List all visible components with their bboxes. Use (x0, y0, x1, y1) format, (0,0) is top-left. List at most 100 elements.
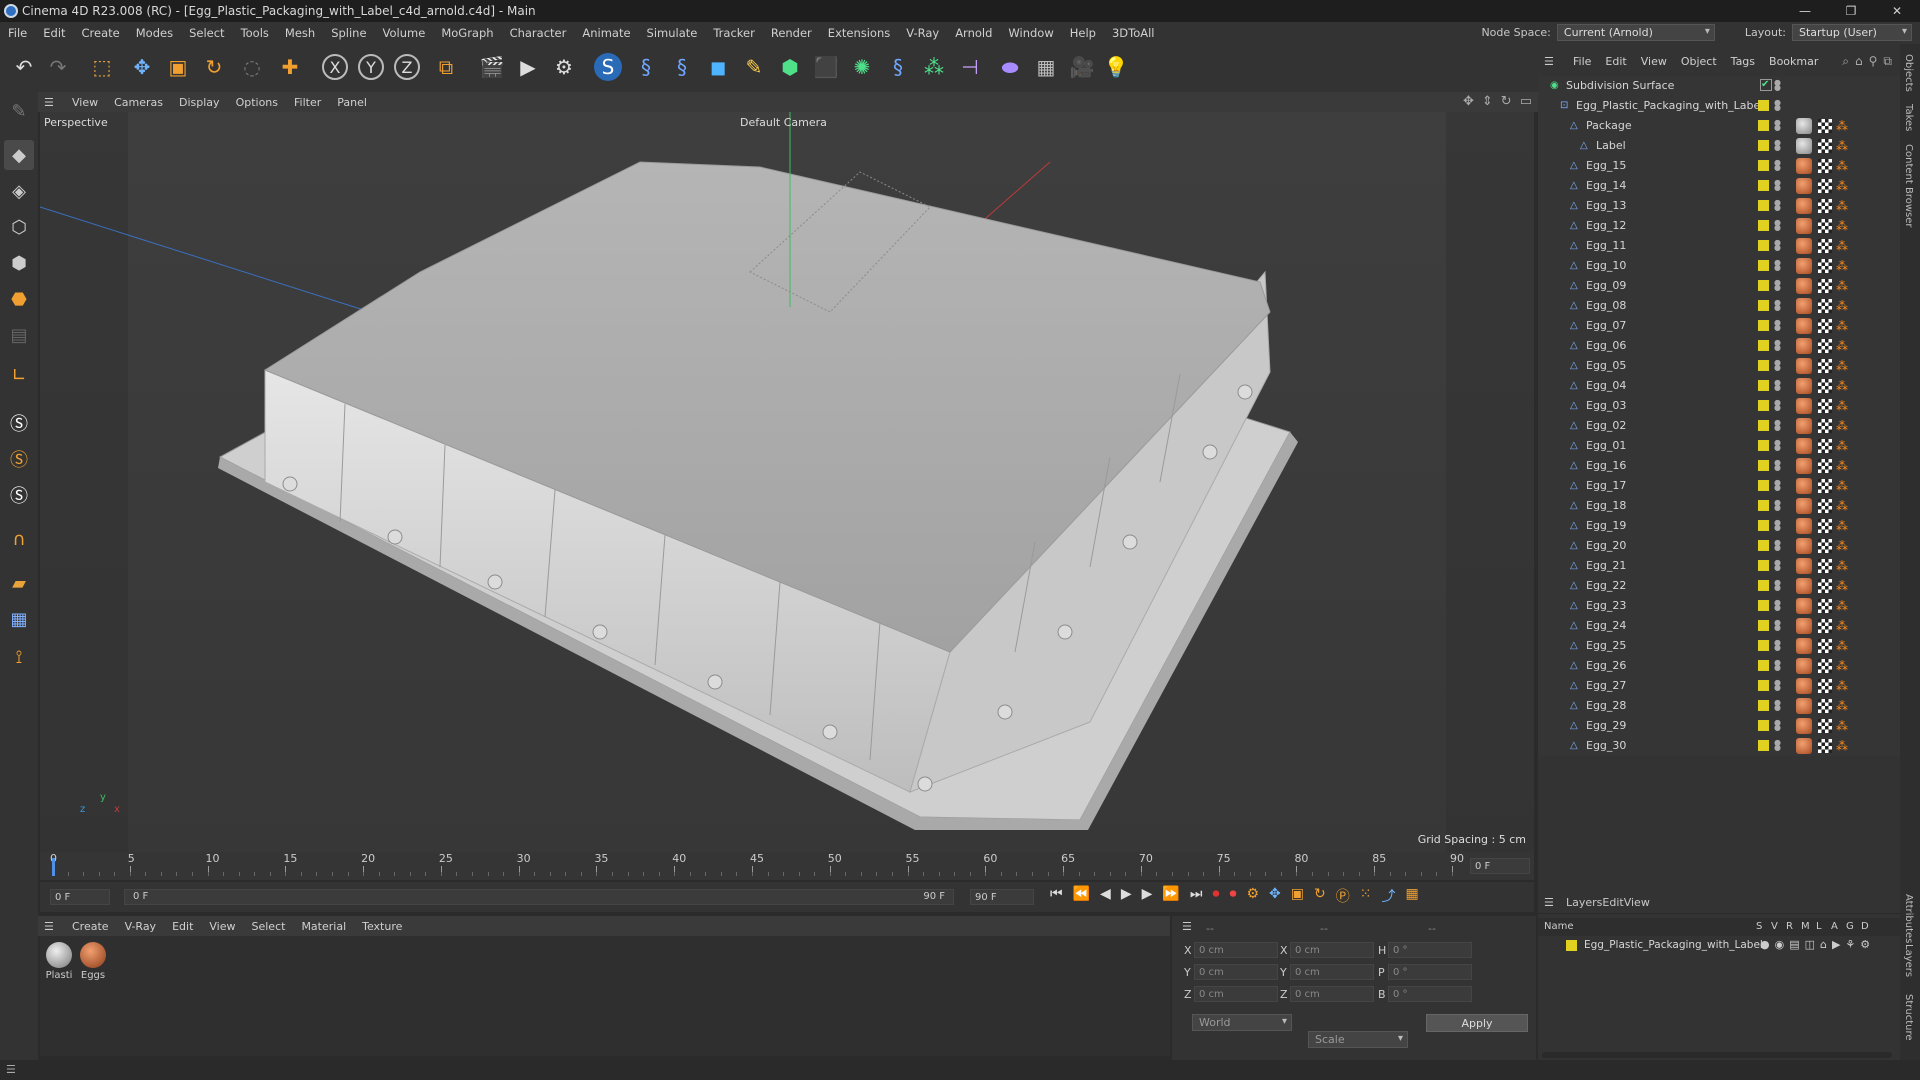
layer-menu-edit[interactable]: Edit (1602, 896, 1623, 909)
visibility-dots-icon[interactable]: ● ● (1774, 599, 1781, 612)
object-row[interactable]: △ Egg_11 ● ● ⁂ (1538, 236, 1900, 256)
object-row[interactable]: △ Egg_03 ● ● ⁂ (1538, 396, 1900, 416)
object-row[interactable]: △ Egg_30 ● ● ⁂ (1538, 736, 1900, 756)
material-tag-icon[interactable] (1796, 498, 1812, 514)
visibility-dots-icon[interactable]: ● ● (1774, 399, 1781, 412)
object-name[interactable]: Egg_14 (1586, 179, 1626, 192)
arnold-tag-icon[interactable]: ⁂ (1836, 320, 1848, 332)
polygons-mode-icon[interactable]: ⬣ (4, 284, 34, 314)
layer-column-l[interactable]: L (1816, 921, 1822, 932)
material-tag-icon[interactable] (1796, 278, 1812, 294)
auto-key-icon[interactable]: ⏺ (1229, 886, 1236, 906)
layer-color-chip[interactable] (1758, 140, 1769, 151)
frame-range-slider[interactable]: 0 F 90 F (124, 889, 954, 905)
uvw-tag-icon[interactable] (1818, 159, 1832, 173)
object-name[interactable]: Egg_01 (1586, 439, 1626, 452)
uvw-tag-icon[interactable] (1818, 619, 1832, 633)
menu-modes[interactable]: Modes (128, 26, 181, 40)
x-axis-icon[interactable]: X (322, 54, 348, 80)
redo-icon[interactable]: ↷ (42, 50, 74, 84)
maximize-button[interactable]: ❐ (1828, 0, 1874, 22)
go-start-icon[interactable]: ⏮ (1050, 886, 1063, 906)
coord-value-field[interactable] (1388, 942, 1472, 958)
material-tag-icon[interactable] (1796, 238, 1812, 254)
object-name[interactable]: Egg_07 (1586, 319, 1626, 332)
layer-color-chip[interactable] (1758, 280, 1769, 291)
live-select-icon[interactable]: ◌ (236, 50, 268, 84)
object-menu-view[interactable]: View (1634, 55, 1674, 68)
layer-color-chip[interactable] (1758, 160, 1769, 171)
arnold-tag-icon[interactable]: ⁂ (1836, 500, 1848, 512)
layer-color-chip[interactable] (1758, 440, 1769, 451)
visibility-dots-icon[interactable]: ● ● (1774, 339, 1781, 352)
arnold-tag-icon[interactable]: ⁂ (1836, 420, 1848, 432)
arnold-tag-icon[interactable]: ⁂ (1836, 700, 1848, 712)
arnold-tag-icon[interactable]: ⁂ (1836, 240, 1848, 252)
object-name[interactable]: Egg_21 (1586, 559, 1626, 572)
visibility-dots-icon[interactable]: ● ● (1774, 539, 1781, 552)
uvw-tag-icon[interactable] (1818, 279, 1832, 293)
viewport-menu-filter[interactable]: Filter (286, 96, 329, 109)
object-row[interactable]: △ Egg_15 ● ● ⁂ (1538, 156, 1900, 176)
object-row[interactable]: ⊡ Egg_Plastic_Packaging_with_Label ● ● (1538, 96, 1900, 116)
layer-menu-view[interactable]: View (1624, 896, 1650, 909)
side-tab-takes[interactable]: Takes (1903, 104, 1914, 131)
material-menu-view[interactable]: View (201, 920, 243, 933)
material-tag-icon[interactable] (1796, 658, 1812, 674)
zoom-view-icon[interactable]: ⇕ (1482, 94, 1493, 109)
mograph-icon[interactable]: ✺ (846, 50, 878, 84)
key-move-icon[interactable]: ✥ (1269, 886, 1281, 906)
material-tag-icon[interactable] (1796, 538, 1812, 554)
layers-hamburger-icon[interactable]: ☰ (1544, 896, 1566, 909)
new-window-icon[interactable]: ⧉ (1883, 54, 1892, 69)
scale-tool-icon[interactable]: ▣ (162, 50, 194, 84)
points-mode-icon[interactable]: ⬡ (4, 212, 34, 242)
visibility-dots-icon[interactable]: ● ● (1774, 219, 1781, 232)
visibility-dots-icon[interactable]: ● ● (1774, 559, 1781, 572)
material-tag-icon[interactable] (1796, 198, 1812, 214)
render-settings-icon[interactable]: ⚙ (548, 50, 580, 84)
material-menu-select[interactable]: Select (244, 920, 294, 933)
layer-column-d[interactable]: D (1861, 921, 1869, 932)
object-row[interactable]: △ Label ● ● ⁂ (1538, 136, 1900, 156)
edges-mode-icon[interactable]: ⬢ (4, 248, 34, 278)
next-frame-icon[interactable]: ▶ (1142, 886, 1153, 906)
uvw-tag-icon[interactable] (1818, 179, 1832, 193)
arnold-tag-icon[interactable]: ⁂ (1836, 720, 1848, 732)
layer-color-chip[interactable] (1758, 520, 1769, 531)
undo-icon[interactable]: ↶ (8, 50, 40, 84)
layer-color-chip[interactable] (1758, 480, 1769, 491)
material-hamburger-icon[interactable]: ☰ (44, 920, 64, 933)
object-row[interactable]: △ Egg_17 ● ● ⁂ (1538, 476, 1900, 496)
menu-edit[interactable]: Edit (35, 26, 73, 40)
arnold-tag-icon[interactable]: ⁂ (1836, 520, 1848, 532)
coord-value-field[interactable] (1290, 964, 1374, 980)
object-row[interactable]: △ Egg_06 ● ● ⁂ (1538, 336, 1900, 356)
material-tag-icon[interactable] (1796, 458, 1812, 474)
minimize-button[interactable]: — (1782, 0, 1828, 22)
arnold-tag-icon[interactable]: ⁂ (1836, 140, 1848, 152)
material-tag-icon[interactable] (1796, 218, 1812, 234)
object-row[interactable]: △ Egg_16 ● ● ⁂ (1538, 456, 1900, 476)
visibility-dots-icon[interactable]: ● ● (1774, 119, 1781, 132)
arnold-tag-icon[interactable]: ⁂ (1836, 180, 1848, 192)
perspective-viewport[interactable]: z y x Perspective Default Camera Grid Sp… (40, 112, 1534, 852)
camera-icon[interactable]: 🎥 (1066, 50, 1098, 84)
enable-check-icon[interactable]: ✔ (1760, 79, 1772, 91)
visibility-dots-icon[interactable]: ● ● (1774, 279, 1781, 292)
filter-icon[interactable]: ⚲ (1869, 54, 1878, 69)
visibility-dots-icon[interactable]: ● ● (1774, 79, 1781, 92)
side-tab-layers[interactable]: Layers (1903, 944, 1914, 977)
object-row[interactable]: △ Egg_28 ● ● ⁂ (1538, 696, 1900, 716)
object-name[interactable]: Egg_25 (1586, 639, 1626, 652)
pen-icon[interactable]: ✎ (738, 50, 770, 84)
menu-character[interactable]: Character (502, 26, 575, 40)
object-row[interactable]: △ Egg_22 ● ● ⁂ (1538, 576, 1900, 596)
make-editable-icon[interactable]: ✎ (4, 96, 34, 126)
arnold-tag-icon[interactable]: ⁂ (1836, 680, 1848, 692)
object-name[interactable]: Egg_12 (1586, 219, 1626, 232)
uvw-tag-icon[interactable] (1818, 559, 1832, 573)
menu-window[interactable]: Window (1000, 26, 1061, 40)
rotate-tool-icon[interactable]: ↻ (198, 50, 230, 84)
uvw-tag-icon[interactable] (1818, 519, 1832, 533)
